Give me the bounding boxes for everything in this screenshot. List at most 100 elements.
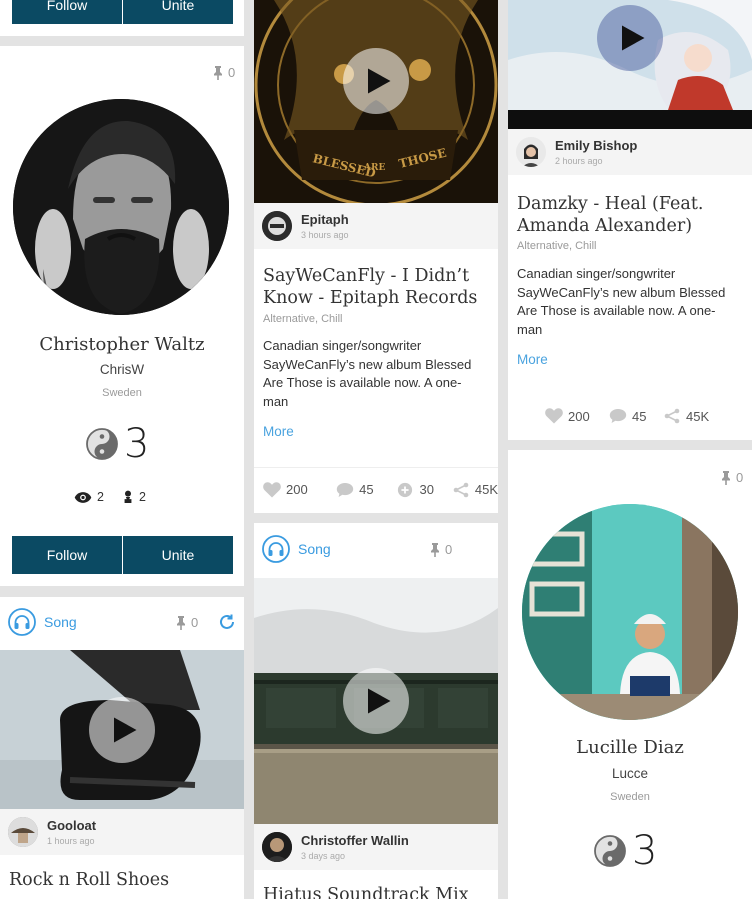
song-title[interactable]: Hiatus Soundtrack Mix [263,884,490,899]
heart-icon [263,482,281,498]
post-time: 3 hours ago [301,230,349,240]
author-bar: Emily Bishop 2 hours ago [508,129,752,175]
comment-stat[interactable]: 45 [609,408,663,424]
pin-counter[interactable]: 0 [212,65,235,80]
post-artwork[interactable]: BLESSED ARE THOSE [254,0,498,203]
pin-count: 0 [445,542,453,557]
author-bar: Epitaph 3 hours ago [254,203,498,249]
profile-name: Lucille Diaz [576,737,684,758]
profile-country: Sweden [102,387,142,399]
author-avatar[interactable] [516,137,546,167]
eye-icon [74,491,92,504]
unite-button-top[interactable]: Unite [123,0,233,24]
post-description: Canadian singer/songwriter SayWeCanFly’s… [517,266,726,337]
pin-count: 0 [736,470,744,485]
play-button[interactable] [343,48,409,114]
comment-icon [336,482,354,498]
play-button[interactable] [343,668,409,734]
like-count: 200 [286,482,308,497]
post-time: 2 hours ago [555,156,603,166]
share-stat[interactable]: 45K [663,408,709,424]
song-card: Song 0 Christoffer Wallin 3 days ago Hia… [254,523,498,899]
play-icon [620,24,646,52]
follow-button-top[interactable]: Follow [12,0,122,24]
more-link[interactable]: More [263,424,294,439]
share-icon [452,482,470,498]
feed-column-1: Follow Unite 0 Christopher Waltz ChrisW [0,0,244,899]
pin-icon [429,543,441,557]
profile-username: Lucce [611,766,649,781]
share-stat[interactable]: 45K [452,482,498,498]
pin-count: 0 [228,65,236,80]
like-stat[interactable]: 200 [263,482,336,498]
profile-username: ChrisW [99,362,145,377]
author-avatar[interactable] [262,832,292,862]
profile-country: Sweden [610,791,650,803]
like-count: 200 [568,408,590,424]
score-value: 3 [124,421,150,467]
unite-button[interactable]: Unite [123,536,233,574]
author-name[interactable]: Gooloat [47,818,96,833]
profile-name: Christopher Waltz [39,334,205,355]
pin-icon [212,66,224,80]
feed-column-3: Emily Bishop 2 hours ago Damzky - Heal (… [508,0,752,899]
add-count: 30 [419,482,434,497]
play-button[interactable] [597,5,663,71]
song-card: Song 0 Gooloat 1 hours ago Rock n Roll S… [0,597,244,899]
profile-card: 0 Christopher Waltz ChrisW Sweden 3 2 2 … [0,46,244,586]
play-button[interactable] [89,697,155,763]
play-icon [112,716,138,744]
post-title[interactable]: SayWeCanFly - I Didn’t Know - Epitaph Re… [263,265,490,309]
pin-count: 0 [191,615,199,630]
add-stat[interactable]: 30 [396,482,451,498]
score: 3 [86,421,149,467]
share-icon [663,408,681,424]
followers-stat: 2 [122,490,146,504]
avatar[interactable] [13,99,229,315]
post-artwork[interactable] [508,0,752,129]
avatar[interactable] [522,504,738,720]
pin-icon [175,616,187,630]
post-time: 1 hours ago [47,836,95,846]
song-tag[interactable]: Song [8,608,77,636]
share-count: 45K [686,408,710,424]
song-title[interactable]: Rock n Roll Shoes [9,869,236,891]
post-stats: 200 45 30 45K [254,467,498,511]
post-genre: Alternative, Chill [517,240,597,252]
post-title[interactable]: Damzky - Heal (Feat. Amanda Alexander) [517,193,744,237]
headphones-icon [262,535,290,563]
views-stat: 2 [74,490,104,504]
comment-count: 45 [632,408,647,424]
pin-counter[interactable]: 0 [720,470,743,485]
pin-counter[interactable]: 0 [429,542,452,557]
comment-count: 45 [359,482,374,497]
like-stat[interactable]: 200 [545,408,609,424]
post-stats: 200 45 45K [508,394,752,438]
more-link[interactable]: More [517,352,548,367]
user-icon [122,490,134,504]
author-name[interactable]: Epitaph [301,212,349,227]
cover-text-are: ARE [363,163,385,173]
author-bar: Gooloat 1 hours ago [0,809,244,855]
song-artwork[interactable] [0,650,244,809]
heart-icon [545,408,563,424]
score: 3 [594,828,657,874]
post-time: 3 days ago [301,851,346,861]
author-name[interactable]: Emily Bishop [555,138,637,153]
song-tag-label: Song [44,614,77,630]
song-tag[interactable]: Song [262,535,331,563]
share-count: 45K [474,482,498,497]
refresh-icon[interactable] [218,613,236,631]
song-artwork[interactable] [254,578,498,824]
post-card: Emily Bishop 2 hours ago Damzky - Heal (… [508,0,752,440]
comment-stat[interactable]: 45 [336,482,396,498]
pin-counter[interactable]: 0 [175,615,198,630]
author-name[interactable]: Christoffer Wallin [301,833,409,848]
feed-column-2: BLESSED ARE THOSE Epitaph 3 hours ago Sa… [254,0,498,899]
follow-button[interactable]: Follow [12,536,122,574]
post-description: Canadian singer/songwriter SayWeCanFly’s… [263,338,472,409]
profile-stats: 2 2 [74,490,146,504]
author-avatar[interactable] [8,817,38,847]
author-avatar[interactable] [262,211,292,241]
score-value: 3 [632,828,658,874]
